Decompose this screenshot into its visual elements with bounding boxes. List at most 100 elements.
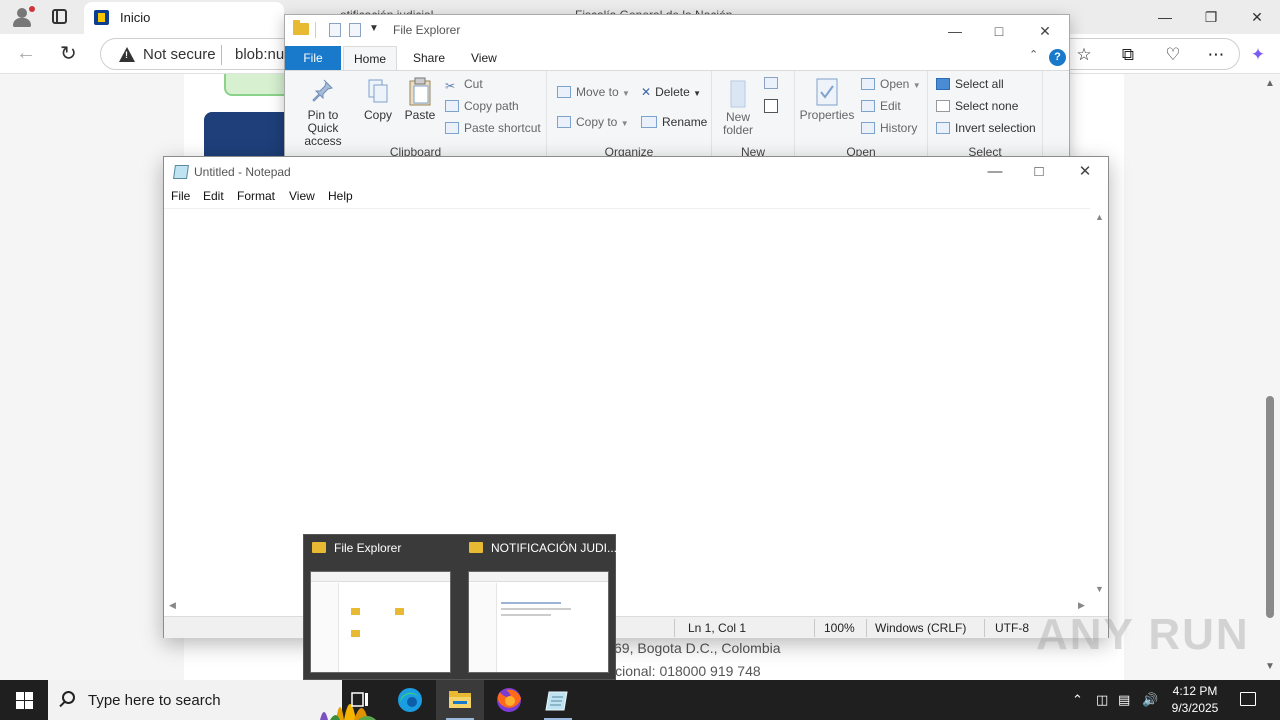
np-maximize-button[interactable]: □ [1016,157,1062,187]
taskbar-clock[interactable]: 4:12 PM 9/3/2025 [1160,683,1230,717]
profile-avatar-icon[interactable] [10,6,35,28]
thumbnail-label-2: NOTIFICACIÓN JUDI... [491,541,617,555]
menu-edit[interactable]: Edit [203,189,224,203]
move-to-button[interactable]: Move to ▼ [557,85,630,99]
thumbnail-preview-2[interactable] [468,571,609,673]
paste-button[interactable]: Paste [403,77,437,122]
tab-home[interactable]: Home [343,46,397,70]
show-hidden-icons-icon[interactable]: ⌃ [1072,692,1083,708]
browser-minimize-button[interactable]: — [1142,0,1188,34]
thumbnail-preview-1[interactable] [310,571,451,673]
new-folder-quick-icon[interactable] [349,23,361,37]
back-arrow-icon[interactable]: ← [16,42,36,65]
fe-close-button[interactable]: ✕ [1025,19,1065,43]
menu-file[interactable]: File [171,189,190,203]
new-folder-icon [725,79,751,108]
paste-shortcut-button[interactable]: Paste shortcut [445,121,541,135]
fe-maximize-button[interactable]: □ [979,19,1019,43]
scroll-up-icon[interactable]: ▲ [1095,212,1104,222]
open-button[interactable]: Open ▼ [861,77,921,91]
network-icon[interactable]: ▤ [1118,692,1130,708]
clock-date: 9/3/2025 [1171,701,1219,715]
start-button[interactable] [0,680,48,720]
properties-button[interactable]: Properties [799,77,855,122]
volume-icon[interactable]: 🔊 [1142,692,1158,708]
scroll-down-icon[interactable]: ▼ [1265,661,1275,672]
easy-access-icon[interactable] [764,99,778,113]
paste-icon [407,77,433,106]
new-item-icon[interactable] [764,77,778,89]
favorites-icon[interactable]: ☆ [1073,44,1095,66]
collapse-ribbon-icon[interactable]: ⌃ [1029,48,1038,61]
scrollbar-thumb[interactable] [1266,396,1274,618]
select-none-button[interactable]: Select none [936,99,1018,113]
tab-share[interactable]: Share [413,46,445,70]
copilot-icon[interactable]: ✦ [1247,44,1269,66]
browser-tab-active[interactable]: Inicio [84,2,284,34]
scroll-up-icon[interactable]: ▲ [1265,78,1275,89]
status-separator [674,619,675,637]
zoom-level: 100% [824,621,855,635]
notepad-taskbar-button[interactable] [534,680,582,720]
copy-button[interactable]: Copy [361,77,395,122]
new-folder-button[interactable]: New folder [716,79,760,137]
thumbnail-title-1[interactable]: File Explorer [312,541,401,555]
not-secure-label[interactable]: Not secure [143,46,216,63]
delete-button[interactable]: ✕ Delete ▼ [641,85,701,99]
copy-path-button[interactable]: Copy path [445,99,519,113]
paste-label: Paste [404,108,436,122]
edge-taskbar-button[interactable] [386,680,434,720]
taskbar: Type here to search ⌃ ◫ ▤ 🔊 4:12 PM 9/3/… [0,680,1280,720]
fe-minimize-button[interactable]: — [935,19,975,43]
tab-actions-icon[interactable] [52,9,67,24]
menu-format[interactable]: Format [237,189,275,203]
np-close-button[interactable]: ✕ [1062,157,1108,187]
reload-icon[interactable]: ↻ [60,41,77,66]
edit-button[interactable]: Edit [861,99,901,113]
thumbnail-title-2[interactable]: NOTIFICACIÓN JUDI... [469,541,617,555]
task-view-button[interactable] [336,680,384,720]
browser-essentials-icon[interactable]: ♡ [1162,44,1184,66]
history-button[interactable]: History [861,121,917,135]
file-explorer-titlebar[interactable]: ▼ File Explorer — □ ✕ [285,15,1069,45]
copy-to-button[interactable]: Copy to ▼ [557,115,629,129]
notepad-icon [173,165,189,179]
rename-icon [641,116,657,128]
tab-file[interactable]: File [285,46,341,70]
scroll-left-icon[interactable]: ◀ [169,600,176,611]
pin-to-quick-access-button[interactable]: Pin to Quick access [291,77,355,148]
folder-icon [293,20,309,35]
browser-restore-button[interactable]: ❐ [1188,0,1234,34]
new-folder-label: New folder [722,110,754,137]
thumbnail-label-1: File Explorer [334,541,402,555]
select-group: Select all Select none Invert selection … [928,71,1043,161]
menu-view[interactable]: View [289,189,315,203]
pin-icon [310,77,336,105]
select-all-button[interactable]: Select all [936,77,1004,91]
cut-button[interactable]: ✂ Cut [445,77,483,93]
customize-quick-access-icon[interactable]: ▼ [369,23,379,34]
tab-view[interactable]: View [471,46,497,70]
notepad-titlebar[interactable]: Untitled - Notepad — □ ✕ [164,157,1108,187]
scroll-down-icon[interactable]: ▼ [1095,584,1104,594]
page-scrollbar[interactable]: ▲ ▼ [1262,74,1280,680]
copy-to-icon [557,116,571,128]
help-icon[interactable]: ? [1049,49,1066,66]
collections-icon[interactable]: ⧉ [1117,44,1139,66]
firefox-taskbar-button[interactable] [486,680,534,720]
rename-button[interactable]: Rename [641,115,707,129]
select-none-icon [936,100,950,112]
notepad-vertical-scrollbar[interactable]: ▲ ▼ [1090,208,1108,598]
paste-shortcut-label: Paste shortcut [464,121,541,135]
more-icon[interactable]: ⋯ [1205,44,1227,66]
taskbar-search-box[interactable]: Type here to search [48,680,376,720]
menu-help[interactable]: Help [328,189,353,203]
notifications-icon[interactable] [1240,692,1256,706]
invert-selection-button[interactable]: Invert selection [936,121,1036,135]
np-minimize-button[interactable]: — [972,157,1018,187]
url-text[interactable]: blob:nu [235,46,284,63]
properties-quick-icon[interactable] [329,23,341,37]
file-explorer-taskbar-button[interactable] [436,680,484,720]
device-icon[interactable]: ◫ [1096,692,1108,708]
browser-close-button[interactable]: ✕ [1234,0,1280,34]
